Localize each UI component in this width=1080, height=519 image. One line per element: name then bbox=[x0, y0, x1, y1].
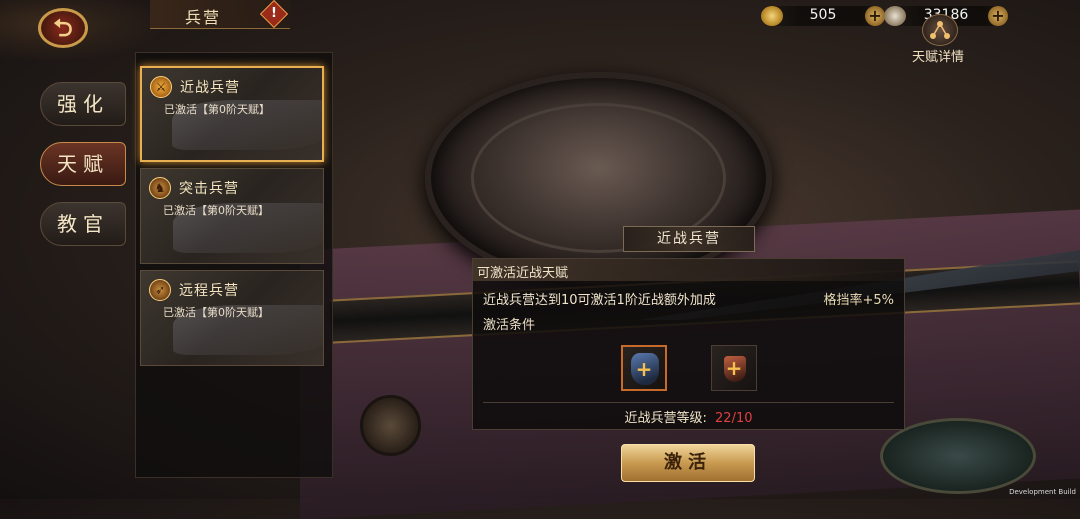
level-value: 22/10 bbox=[715, 411, 753, 426]
add-slot-icon: + bbox=[635, 357, 653, 381]
development-build-label: Development Build bbox=[1009, 488, 1076, 496]
barracks-card-ranged[interactable]: ➶ 远程兵营 已激活【第0阶天赋】 bbox=[140, 270, 324, 366]
sword-icon: ⚔ bbox=[150, 76, 172, 98]
gold-value: 505 bbox=[809, 7, 837, 23]
shield-artwork bbox=[425, 72, 772, 284]
talent-detail-button[interactable]: 天赋详情 bbox=[900, 14, 976, 66]
barracks-name: 远程兵营 bbox=[179, 283, 239, 299]
talent-description: 近战兵营达到10可激活1阶近战额外加成 bbox=[483, 293, 716, 308]
barracks-status: 已激活【第0阶天赋】 bbox=[163, 306, 269, 319]
talent-info-panel: 可激活近战天赋 近战兵营达到10可激活1阶近战额外加成 格挡率+5% 激活条件 … bbox=[472, 258, 905, 430]
add-gold-button[interactable]: + bbox=[865, 6, 885, 26]
barracks-name: 近战兵营 bbox=[180, 80, 240, 96]
talent-detail-label: 天赋详情 bbox=[911, 50, 964, 65]
add-coin-button[interactable]: + bbox=[988, 6, 1008, 26]
add-slot-icon: + bbox=[725, 356, 743, 380]
talent-tree-icon bbox=[922, 14, 958, 46]
resource-gold: 505 + bbox=[761, 6, 885, 26]
activate-button[interactable]: 激活 bbox=[621, 444, 755, 482]
barracks-name: 突击兵营 bbox=[179, 181, 239, 197]
panel-header: 可激活近战天赋 bbox=[473, 259, 904, 281]
tab-instructor[interactable]: 教官 bbox=[40, 202, 126, 246]
page-title: 兵营 bbox=[185, 8, 222, 27]
barracks-card-melee[interactable]: ⚔ 近战兵营 已激活【第0阶天赋】 bbox=[140, 66, 324, 162]
tab-enhance[interactable]: 强化 bbox=[40, 82, 126, 126]
divider bbox=[483, 402, 894, 403]
condition-label: 激活条件 bbox=[483, 318, 536, 333]
back-icon[interactable]: ⮌ bbox=[38, 8, 88, 48]
barracks-card-assault[interactable]: ♞ 突击兵营 已激活【第0阶天赋】 bbox=[140, 168, 324, 264]
back-logo-area[interactable]: ⮌ bbox=[0, 0, 160, 60]
sword-hilt-artwork bbox=[360, 395, 421, 456]
condition-slot-weapon[interactable]: + bbox=[711, 345, 757, 391]
talent-bonus: 格挡率+5% bbox=[823, 293, 894, 308]
gold-ingot-icon bbox=[761, 6, 783, 26]
bow-icon: ➶ bbox=[149, 279, 171, 301]
level-requirement: 近战兵营等级: 22/10 bbox=[473, 407, 904, 426]
barracks-status: 已激活【第0阶天赋】 bbox=[164, 103, 270, 116]
condition-slot-shield[interactable]: + bbox=[621, 345, 667, 391]
level-label: 近战兵营等级: bbox=[624, 411, 707, 426]
alert-icon: ! bbox=[271, 6, 277, 21]
barracks-status: 已激活【第0阶天赋】 bbox=[163, 204, 269, 217]
horse-icon: ♞ bbox=[149, 177, 171, 199]
tab-talent[interactable]: 天赋 bbox=[40, 142, 126, 186]
panel-heading: 可激活近战天赋 bbox=[477, 266, 569, 281]
selected-barracks-label: 近战兵营 bbox=[623, 226, 755, 252]
